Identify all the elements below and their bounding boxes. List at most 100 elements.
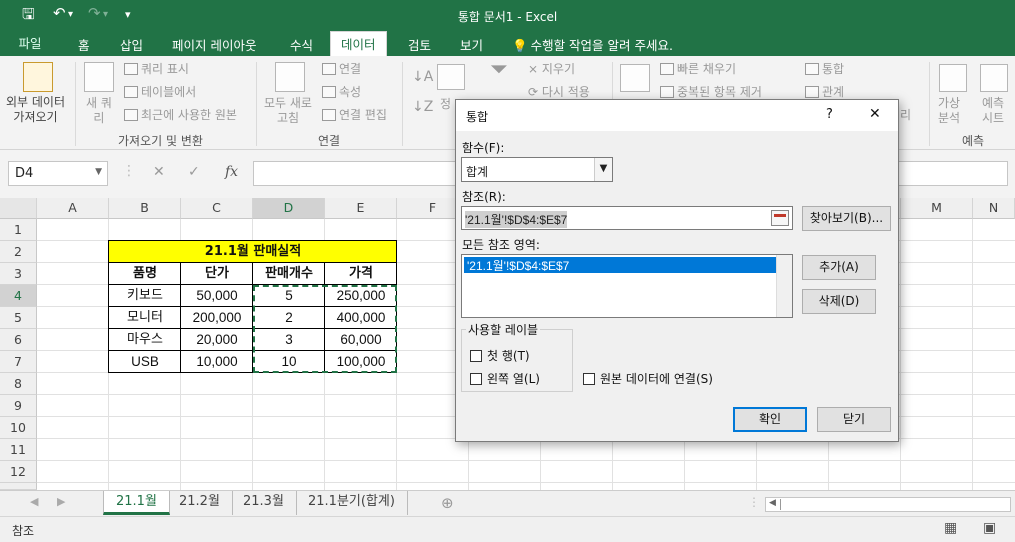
scroll-left-icon[interactable]: ◀: [769, 498, 776, 508]
table-cell[interactable]: 키보드: [109, 285, 181, 307]
remove-duplicates-button[interactable]: 중복된 항목 제거: [660, 85, 762, 100]
page-layout-view-icon[interactable]: ▣: [983, 520, 996, 536]
sheet-tab-q1-total[interactable]: 21.1분기(합계): [296, 491, 408, 515]
header-cell-price[interactable]: 단가: [181, 263, 253, 285]
enter-icon[interactable]: ✓: [188, 164, 200, 180]
top-row-check[interactable]: [470, 350, 482, 362]
row-header-11[interactable]: 11: [0, 439, 37, 461]
scrollbar-thumb[interactable]: [780, 499, 781, 510]
table-cell[interactable]: 200,000: [181, 307, 253, 329]
help-icon[interactable]: ?: [826, 107, 833, 122]
header-cell-qty[interactable]: 판매개수: [253, 263, 325, 285]
top-row-checkbox[interactable]: 첫 행(T): [470, 347, 530, 364]
name-box[interactable]: D4 ▼: [8, 161, 108, 186]
chevron-down-icon[interactable]: ▼: [594, 158, 612, 181]
row-header-2[interactable]: 2: [0, 241, 37, 263]
left-column-check[interactable]: [470, 373, 482, 385]
add-sheet-icon[interactable]: ⊕: [441, 494, 454, 512]
tell-me-box[interactable]: 💡 수행할 작업을 알려 주세요.: [512, 35, 673, 54]
column-header-e[interactable]: E: [325, 198, 397, 219]
tab-review[interactable]: 검토: [408, 35, 431, 54]
edit-links-button[interactable]: 연결 편집: [322, 108, 387, 123]
insert-function-icon[interactable]: fx: [225, 164, 238, 180]
row-header-1[interactable]: 1: [0, 219, 37, 241]
header-cell-item[interactable]: 품명: [109, 263, 181, 285]
clear-button[interactable]: ⨯ 지우기: [528, 62, 575, 77]
tab-file[interactable]: 파일: [4, 31, 56, 56]
ok-button[interactable]: 확인: [733, 407, 807, 432]
row-header-8[interactable]: 8: [0, 373, 37, 395]
table-cell[interactable]: USB: [109, 351, 181, 373]
scroll-tabs-right-icon[interactable]: ▶: [57, 495, 65, 508]
flash-fill-button[interactable]: 빠른 채우기: [660, 62, 736, 77]
row-header-9[interactable]: 9: [0, 395, 37, 417]
cancel-icon[interactable]: ✕: [153, 164, 165, 180]
tab-formulas[interactable]: 수식: [290, 35, 313, 54]
sheet-tab-21-3[interactable]: 21.3월: [231, 491, 297, 515]
recent-sources-button[interactable]: 최근에 사용한 원본: [124, 108, 237, 123]
tab-home[interactable]: 홈: [78, 35, 90, 54]
tab-page-layout[interactable]: 페이지 레이아웃: [172, 35, 256, 54]
relationships-button[interactable]: 관계: [805, 85, 844, 100]
column-header-c[interactable]: C: [181, 198, 253, 219]
browse-button[interactable]: 찾아보기(B)...: [802, 206, 891, 231]
close-icon[interactable]: ✕: [869, 106, 881, 122]
connections-button[interactable]: 연결: [322, 62, 361, 77]
new-query-button[interactable]: 새 쿼 리: [86, 96, 112, 126]
forecast-sheet-button[interactable]: 예측 시트: [982, 96, 1004, 126]
filter-icon[interactable]: ⏷: [490, 59, 508, 81]
column-header-m[interactable]: M: [901, 198, 973, 219]
left-column-checkbox[interactable]: 왼쪽 열(L): [470, 370, 540, 387]
column-header-n[interactable]: N: [973, 198, 1015, 219]
link-source-check[interactable]: [583, 373, 595, 385]
function-select[interactable]: 합계 ▼: [461, 157, 613, 182]
table-cell[interactable]: 20,000: [181, 329, 253, 351]
row-header-10[interactable]: 10: [0, 417, 37, 439]
table-cell[interactable]: 50,000: [181, 285, 253, 307]
tab-view[interactable]: 보기: [460, 35, 483, 54]
sort-za-icon[interactable]: ↓Z: [412, 100, 433, 115]
refresh-all-button[interactable]: 모두 새로 고침: [264, 96, 312, 126]
delete-button[interactable]: 삭제(D): [802, 289, 876, 314]
scroll-tabs-left-icon[interactable]: ◀: [30, 495, 38, 508]
table-cell[interactable]: 마우스: [109, 329, 181, 351]
collapse-dialog-icon[interactable]: [771, 210, 789, 226]
row-header-4[interactable]: 4: [0, 285, 37, 307]
row-header-7[interactable]: 7: [0, 351, 37, 373]
table-cell[interactable]: 10,000: [181, 351, 253, 373]
row-header-6[interactable]: 6: [0, 329, 37, 351]
list-scrollbar[interactable]: [776, 255, 792, 317]
what-if-analysis-button[interactable]: 가상 분석: [938, 96, 960, 126]
all-references-list[interactable]: '21.1월'!$D$4:$E$7: [461, 254, 793, 318]
column-header-d[interactable]: D: [253, 198, 325, 219]
sort-az-icon[interactable]: ↓A: [412, 70, 433, 85]
name-box-dropdown-icon[interactable]: ▼: [95, 167, 102, 177]
consolidate-button[interactable]: 통합: [805, 62, 844, 77]
reference-input[interactable]: '21.1월'!$D$4:$E$7: [461, 206, 793, 230]
tab-insert[interactable]: 삽입: [120, 35, 143, 54]
properties-button[interactable]: 속성: [322, 85, 361, 100]
text-to-columns-icon[interactable]: [620, 64, 650, 92]
add-button[interactable]: 추가(A): [802, 255, 876, 280]
list-item[interactable]: '21.1월'!$D$4:$E$7: [464, 257, 776, 273]
tab-split-grip-icon[interactable]: ⋮: [748, 495, 760, 509]
tab-data[interactable]: 데이터: [330, 31, 387, 56]
sheet-tab-21-1[interactable]: 21.1월: [103, 491, 170, 515]
column-header-b[interactable]: B: [109, 198, 181, 219]
sheet-tab-21-2[interactable]: 21.2월: [167, 491, 233, 515]
table-cell[interactable]: 모니터: [109, 307, 181, 329]
close-button[interactable]: 닫기: [817, 407, 891, 432]
link-source-checkbox[interactable]: 원본 데이터에 연결(S): [583, 370, 713, 387]
row-header-3[interactable]: 3: [0, 263, 37, 285]
show-query-button[interactable]: 쿼리 표시: [124, 62, 189, 77]
column-header-a[interactable]: A: [37, 198, 109, 219]
horizontal-scrollbar[interactable]: ◀: [765, 497, 1011, 512]
manage-data-model-button[interactable]: 리: [900, 108, 911, 123]
get-external-data-button[interactable]: 외부 데이터 가져오기: [6, 95, 65, 125]
header-cell-amount[interactable]: 가격: [325, 263, 397, 285]
sort-dialog-icon[interactable]: [437, 64, 465, 90]
reapply-button[interactable]: ⟳ 다시 적용: [528, 85, 590, 100]
from-table-button[interactable]: 테이블에서: [124, 85, 196, 100]
normal-view-icon[interactable]: ▦: [944, 520, 957, 536]
row-header-12[interactable]: 12: [0, 461, 37, 483]
